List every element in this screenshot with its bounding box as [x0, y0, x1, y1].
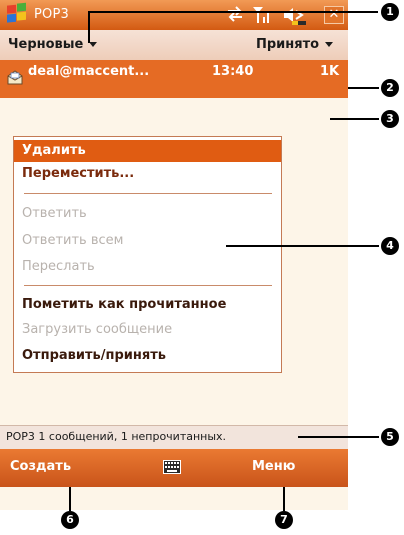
message-list-item[interactable]: deal@maccent... 13:40 1K: [0, 60, 348, 98]
keyboard-icon[interactable]: [163, 460, 181, 474]
menu-item-move[interactable]: Переместить...: [14, 163, 281, 185]
message-sender: deal@maccent...: [28, 64, 150, 79]
status-bar: POP3 1 сообщений, 1 непрочитанных.: [0, 425, 348, 449]
context-menu: Удалить Переместить... Ответить Ответить…: [13, 136, 282, 373]
title-bar: POP3 ✕: [0, 0, 348, 30]
filter-dropdown-label: Принято: [256, 37, 320, 52]
close-icon: ✕: [328, 7, 340, 22]
folder-dropdown[interactable]: Черновые: [8, 37, 98, 52]
callout-line-5: [298, 436, 379, 438]
connectivity-icon[interactable]: [226, 5, 244, 27]
callout-line-1-drop: [88, 11, 90, 43]
new-button[interactable]: Создать: [10, 459, 71, 474]
callout-line-4: [226, 245, 379, 247]
callout-badge-6: 6: [61, 511, 79, 529]
callout-line-6: [69, 487, 71, 511]
menu-item-download[interactable]: Загрузить сообщение: [14, 319, 281, 341]
callout-badge-7: 7: [275, 511, 293, 529]
callout-badge-3: 3: [381, 110, 399, 128]
callout-badge-4: 4: [381, 237, 399, 255]
menu-item-delete[interactable]: Удалить: [14, 140, 281, 162]
chevron-down-icon: [325, 42, 334, 47]
callout-badge-1: 1: [381, 3, 399, 21]
chevron-down-icon: [89, 42, 98, 47]
callout-line-2: [348, 87, 379, 89]
soft-key-bar: Создать Меню: [0, 449, 348, 487]
callout-badge-5: 5: [381, 428, 399, 446]
callout-line-7: [283, 487, 285, 511]
pocket-pc-screen: POP3 ✕ Черновые Принято deal@maccent... …: [0, 0, 348, 510]
message-time: 13:40: [212, 64, 254, 79]
message-size: 1K: [320, 64, 340, 79]
menu-item-reply[interactable]: Ответить: [14, 203, 281, 225]
menu-item-reply-all[interactable]: Ответить всем: [14, 230, 281, 252]
callout-line-3: [330, 118, 379, 120]
menu-separator: [24, 285, 272, 286]
signal-strength-icon[interactable]: [252, 5, 272, 29]
filter-dropdown[interactable]: Принято: [256, 37, 334, 52]
status-text: POP3 1 сообщений, 1 непрочитанных.: [6, 430, 227, 443]
folder-bar: Черновые Принято: [0, 30, 348, 60]
mail-open-icon: [6, 68, 24, 86]
menu-separator: [24, 193, 272, 194]
menu-item-send-receive[interactable]: Отправить/принять: [14, 345, 281, 367]
menu-button[interactable]: Меню: [252, 459, 295, 474]
menu-item-mark-read[interactable]: Пометить как прочитанное: [14, 294, 281, 316]
volume-icon[interactable]: [282, 5, 308, 29]
close-button[interactable]: ✕: [324, 6, 344, 24]
menu-item-forward[interactable]: Переслать: [14, 256, 281, 278]
windows-start-icon[interactable]: [4, 2, 34, 28]
folder-dropdown-label: Черновые: [8, 37, 84, 52]
app-title: POP3: [34, 7, 69, 22]
callout-badge-2: 2: [381, 79, 399, 97]
callout-line-1: [88, 11, 378, 13]
